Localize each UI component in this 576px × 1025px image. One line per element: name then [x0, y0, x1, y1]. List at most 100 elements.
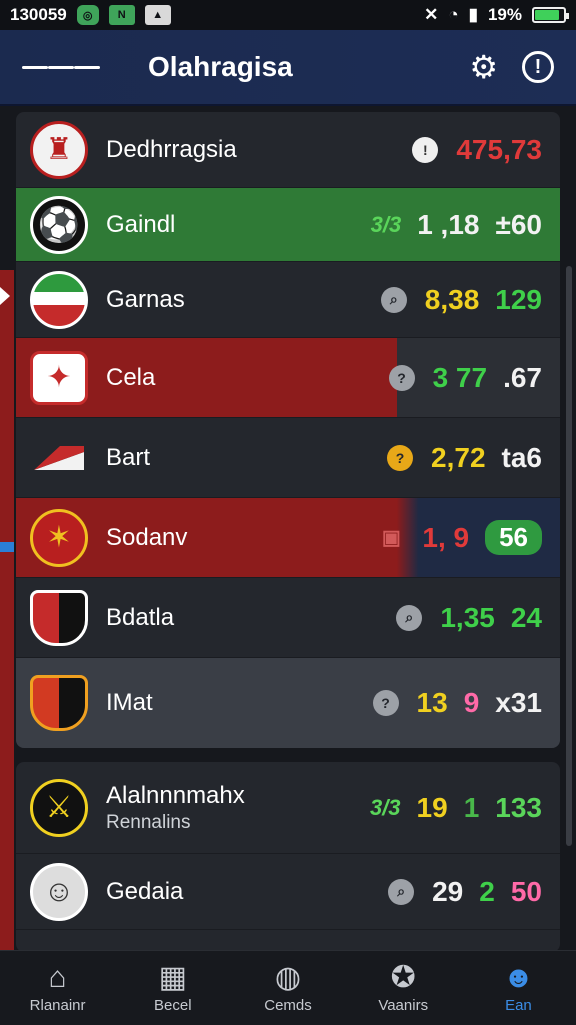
value: 9	[463, 687, 480, 718]
value: 2,72	[431, 441, 486, 473]
team-name: Cela	[106, 363, 156, 391]
value: 1 ,18	[417, 208, 480, 240]
team-name: Bart	[106, 443, 151, 471]
scrollbar[interactable]	[566, 266, 572, 846]
value: 1, 9	[422, 521, 470, 553]
alert-icon: ▲	[144, 5, 171, 25]
list-item[interactable]: ♜ Dedhrragsia ! 475,73	[16, 112, 560, 188]
value: 1	[463, 791, 480, 823]
value: 133	[495, 791, 542, 823]
team-name: IMat	[106, 689, 153, 716]
battery-percent: 19%	[487, 5, 522, 24]
value: 475,73	[456, 133, 542, 165]
help-icon: ?	[387, 444, 414, 471]
status-time: 130059	[10, 5, 67, 24]
info-icon[interactable]: !	[522, 51, 554, 83]
list-item[interactable]: ☺ Gedaia ⌕ 29 2 50	[16, 854, 560, 930]
value: 2	[479, 875, 495, 907]
tv-icon: ▣	[381, 527, 401, 549]
help-icon: ?	[372, 690, 399, 716]
list-item[interactable]: ✦ Cela ? 3 77 .67	[16, 338, 560, 418]
value: ta6	[501, 441, 542, 473]
wifi-icon: ◔	[448, 5, 459, 24]
home-icon: ⌂	[48, 960, 67, 994]
list-item[interactable]: Garnas ⌕ 8,38 129	[16, 262, 560, 338]
nav-label: Becel	[154, 996, 192, 1014]
profile-icon: ☻	[502, 960, 535, 994]
star-icon: ✪	[390, 960, 416, 994]
status-bar: 130059 ◎ N ▲ ✕ ◔ ▮ 19%	[0, 0, 576, 30]
team-crest	[30, 589, 88, 646]
nav-label: Cemds	[264, 996, 312, 1014]
list-item[interactable]: Bart ? 2,72 ta6	[16, 418, 560, 498]
score-badge: 56	[485, 520, 542, 555]
left-edge-indicator	[0, 270, 14, 950]
team-name: Sodanv	[106, 523, 188, 551]
match-list-card: ⚔ Alalnnnmahx Rennalins 3/3 19 1 133 ☺ G…	[16, 762, 560, 952]
page-title: Olahragisa	[148, 51, 293, 82]
value: 24	[510, 601, 542, 633]
flag-icon	[30, 429, 88, 487]
search-icon: ⌕	[396, 604, 423, 631]
team-crest	[30, 675, 88, 731]
nav-item-star[interactable]: ✪ Vaanirs	[346, 951, 461, 1025]
value: 8,38	[424, 283, 480, 315]
team-name: Gedaia	[106, 877, 184, 905]
notification-icon: ◎	[76, 5, 99, 25]
value: 3/3	[370, 211, 402, 237]
nav-label: Rlanainr	[29, 996, 86, 1014]
nav-item-building[interactable]: ▦ Becel	[115, 951, 230, 1025]
team-name: Bdatla	[106, 603, 175, 631]
mute-icon: ✕	[424, 5, 439, 24]
ball-icon: ◍	[274, 960, 302, 994]
bottom-nav: ⌂ Rlanainr ▦ Becel ◍ Cemds ✪ Vaanirs ☻ E…	[0, 950, 576, 1025]
search-icon: ⌕	[380, 286, 407, 313]
nav-label: Ean	[505, 996, 532, 1014]
team-name: Alalnnnmahx Rennalins	[106, 782, 370, 834]
value: 29	[432, 875, 464, 907]
nav-item-ball[interactable]: ◍ Cemds	[230, 951, 345, 1025]
team-name: Dedhrragsia	[106, 135, 237, 163]
app-icon: N	[108, 5, 135, 25]
team-name: Gaindl	[106, 210, 176, 238]
list-item[interactable]: IMat ? 13 9 x31	[16, 658, 560, 748]
team-name-text: Alalnnnmahx	[106, 781, 245, 809]
list-item[interactable]: ⚽ Gaindl 3/3 1 ,18 ±60	[16, 188, 560, 262]
nav-label: Vaanirs	[378, 996, 429, 1014]
value: 50	[510, 875, 542, 907]
value: 129	[495, 283, 542, 315]
list-item[interactable]: ✶ Sodanv ▣ 1, 9 56	[16, 498, 560, 578]
value: .67	[503, 361, 542, 393]
team-logo: ♜	[30, 120, 88, 179]
value: ±60	[495, 208, 542, 240]
app-bar: Olahragisa ⚙ !	[0, 30, 576, 106]
value: 19	[416, 791, 448, 823]
value: x31	[495, 687, 542, 718]
signal-icon: ▮	[468, 5, 478, 24]
menu-icon[interactable]	[22, 61, 100, 74]
battery-icon	[532, 7, 569, 23]
team-name: Garnas	[106, 285, 185, 313]
soccer-ball-icon: ⚽	[30, 195, 88, 254]
value: 3/3	[369, 794, 401, 820]
settings-icon[interactable]: ⚙	[469, 51, 498, 83]
match-list-card: ♜ Dedhrragsia ! 475,73 ⚽ Gaindl 3/3 1 ,1…	[16, 112, 560, 748]
nav-item-profile[interactable]: ☻ Ean	[461, 951, 576, 1025]
search-icon: ⌕	[388, 878, 415, 905]
player-avatar: ☺	[30, 862, 88, 921]
help-icon: ?	[388, 364, 415, 391]
value: 13	[416, 687, 448, 718]
value: 1,35	[440, 601, 495, 633]
team-crest: ✦	[30, 350, 88, 405]
list-item[interactable]: Bdatla ⌕ 1,35 24	[16, 578, 560, 658]
alert-icon: !	[412, 136, 439, 163]
nav-item-home[interactable]: ⌂ Rlanainr	[0, 951, 115, 1025]
list-item[interactable]: ⚔ Alalnnnmahx Rennalins 3/3 19 1 133	[16, 762, 560, 854]
value: 3 77	[432, 361, 488, 393]
team-logo	[30, 270, 88, 329]
expand-arrow-icon[interactable]	[0, 287, 10, 305]
building-icon: ▦	[158, 960, 187, 994]
team-logo: ⚔	[30, 778, 88, 837]
team-logo: ✶	[30, 508, 88, 567]
team-subtitle: Rennalins	[106, 811, 191, 833]
